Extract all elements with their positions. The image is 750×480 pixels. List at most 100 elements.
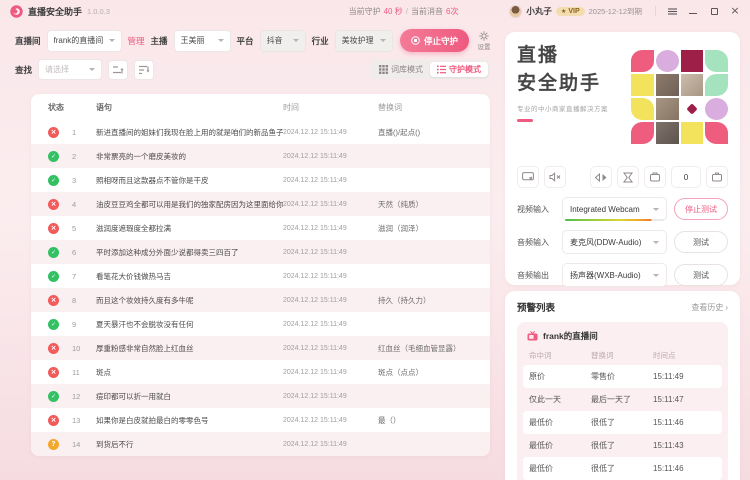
- audio-output-value: 扬声器(WXB-Audio): [570, 270, 641, 280]
- status-icon: [48, 126, 59, 138]
- anchor-select-value: 王美丽: [180, 36, 205, 45]
- tab-guard-mode[interactable]: 守护模式: [430, 62, 488, 77]
- chevron-down-icon: [108, 39, 115, 42]
- stats-separator: /: [405, 6, 408, 16]
- alert-replacement-cell: 零售价: [591, 372, 615, 381]
- alerts-table-header: 命中词 替换词 时间点: [523, 350, 722, 361]
- table-row: 12 痘印都可以折一用就白 2024.12.12 15:11:49: [31, 384, 490, 408]
- settings-button[interactable]: 设置: [475, 30, 493, 51]
- audio-output-row: 音频输出 扬声器(WXB-Audio) 测试: [517, 263, 728, 287]
- table-row: 8 而且这个妆效持久度有多牛呢 2024.12.12 15:11:49 持久（持…: [31, 288, 490, 312]
- alerts-header: 预警列表 查看历史 ›: [517, 300, 728, 315]
- replacement-cell: 斑点（点点）: [378, 367, 423, 377]
- display-button[interactable]: [706, 166, 728, 188]
- audio-output-label: 音频输出: [517, 270, 549, 280]
- guard-mode-label: 守护模式: [449, 65, 481, 74]
- close-icon[interactable]: ×: [730, 5, 740, 16]
- table-row: 4 油皮豆豆鸡全都可以用是我们的独家配房因为这里面给你添加的全... 2024.…: [31, 192, 490, 216]
- anchor-select[interactable]: 王美丽: [173, 29, 231, 52]
- test-speaker-button[interactable]: 测试: [674, 264, 728, 286]
- record-stop-icon: [411, 36, 420, 45]
- status-icon: [48, 198, 59, 210]
- statement-cell: 看笔花大价钱做热马吉: [96, 271, 171, 281]
- replacement-cell: 天然（纯质）: [378, 199, 423, 209]
- search-select-placeholder: 请选择: [45, 65, 70, 74]
- audio-input-select[interactable]: 麦克风(DDW-Audio): [562, 230, 667, 254]
- row-number: 1: [72, 127, 77, 137]
- collage-tile: [655, 50, 679, 72]
- minimize-icon[interactable]: [688, 6, 698, 16]
- industry-select[interactable]: 美妆护理: [334, 29, 393, 52]
- row-number: 5: [72, 223, 77, 233]
- platform-select[interactable]: 抖音: [259, 29, 306, 52]
- view-history-link[interactable]: 查看历史 ›: [691, 302, 728, 313]
- collage-tile: [705, 98, 728, 120]
- status-icon: [48, 222, 59, 234]
- time-cell: 2024.12.12 15:11:49: [283, 320, 347, 328]
- table-row: 3 照相呀而且这款器点不管你是干皮 2024.12.12 15:11:49: [31, 168, 490, 192]
- table-header: 状态 语句 时间 替换词: [31, 94, 490, 120]
- search-select[interactable]: 请选择: [38, 59, 103, 80]
- menu-icon[interactable]: [667, 6, 677, 16]
- alert-row: 原价 零售价 15:11:49: [523, 365, 722, 388]
- statement-cell: 而且这个妆效持久度有多牛呢: [96, 295, 194, 305]
- sort-descending-button[interactable]: [134, 59, 155, 80]
- guard-value: 40 秒: [383, 6, 403, 16]
- video-input-row: 视频输入 Integrated Webcam 停止测试: [517, 197, 728, 221]
- device-panel: 直播 安全助手 专业的中小商家直播解决方案 0 视频输入 Integrated …: [505, 32, 740, 287]
- status-icon: [48, 246, 59, 258]
- platform-select-value: 抖音: [266, 36, 283, 45]
- table-row: 1 新进直播间的姐妹们我现在脸上用的就是咱们的新品鱼子酱起点 2024.12.1…: [31, 120, 490, 144]
- audio-input-label: 音频输入: [517, 237, 549, 247]
- alert-replacement-cell: 很低了: [591, 418, 615, 427]
- video-input-value: Integrated Webcam: [570, 204, 640, 214]
- audio-output-select[interactable]: 扬声器(WXB-Audio): [562, 263, 667, 287]
- audio-input-value: 麦克风(DDW-Audio): [570, 237, 642, 247]
- banner-accent-bar: [517, 119, 533, 123]
- maximize-icon[interactable]: [709, 6, 719, 16]
- alert-hit-cell: 原价: [529, 372, 545, 381]
- user-avatar[interactable]: [509, 4, 523, 18]
- titlebar: 直播安全助手 1.0.0.3 当前守护 40 秒 / 当前消音 6次 小丸子 ★…: [0, 0, 750, 22]
- timer-button[interactable]: [617, 166, 639, 188]
- test-mic-button[interactable]: 测试: [674, 231, 728, 253]
- status-icon: [48, 414, 59, 426]
- room-select[interactable]: frank的直播间: [46, 29, 122, 52]
- statement-cell: 滋润度遮瑕度全都拉满: [96, 223, 171, 233]
- banner-collage: [631, 50, 728, 144]
- statement-cell: 新进直播间的姐妹们我现在脸上用的就是咱们的新品鱼子酱起点: [96, 127, 283, 137]
- mirror-flip-button[interactable]: [590, 166, 612, 188]
- sort-ascending-button[interactable]: [108, 59, 129, 80]
- mute-button[interactable]: [544, 166, 566, 188]
- tab-lexicon-mode[interactable]: 词库模式: [372, 62, 430, 77]
- lexicon-mode-label: 词库模式: [391, 65, 423, 74]
- status-icon: [48, 318, 59, 330]
- table-row: 14 到货后不行 2024.12.12 15:11:49: [31, 432, 490, 456]
- row-number: 4: [72, 199, 77, 209]
- alert-replacement-cell: 最后一天了: [591, 395, 631, 404]
- replacement-cell: 滋润（润泽）: [378, 223, 423, 233]
- gear-icon: [479, 30, 489, 41]
- header-statement: 语句: [96, 102, 112, 112]
- screen-off-button[interactable]: [517, 166, 539, 188]
- row-number: 7: [72, 271, 77, 281]
- stop-test-button[interactable]: 停止测试: [674, 198, 728, 220]
- guard-stats: 当前守护 40 秒 / 当前消音 6次: [349, 6, 459, 17]
- collage-tile: [680, 74, 704, 96]
- time-cell: 2024.12.12 15:11:49: [283, 152, 347, 160]
- app-version: 1.0.0.3: [87, 6, 110, 16]
- time-cell: 2024.12.12 15:11:49: [283, 296, 347, 304]
- video-input-select[interactable]: Integrated Webcam: [562, 197, 667, 221]
- rotate-screen-button[interactable]: [644, 166, 666, 188]
- display-icon: [712, 172, 722, 182]
- collage-tile: [631, 50, 654, 72]
- manage-link[interactable]: 管理: [128, 35, 145, 47]
- alerts-table-body: 原价 零售价 15:11:49 仅此一天 最后一天了 15:11:47 最低价 …: [523, 365, 722, 480]
- counter-input[interactable]: [671, 166, 701, 188]
- list-icon: [437, 65, 446, 74]
- time-cell: 2024.12.12 15:11:49: [283, 440, 347, 448]
- time-cell: 2024.12.12 15:11:49: [283, 224, 347, 232]
- time-cell: 2024.12.12 15:11:49: [283, 200, 347, 208]
- stop-guard-button[interactable]: 停止守护: [399, 29, 469, 52]
- collage-tile: [705, 74, 728, 96]
